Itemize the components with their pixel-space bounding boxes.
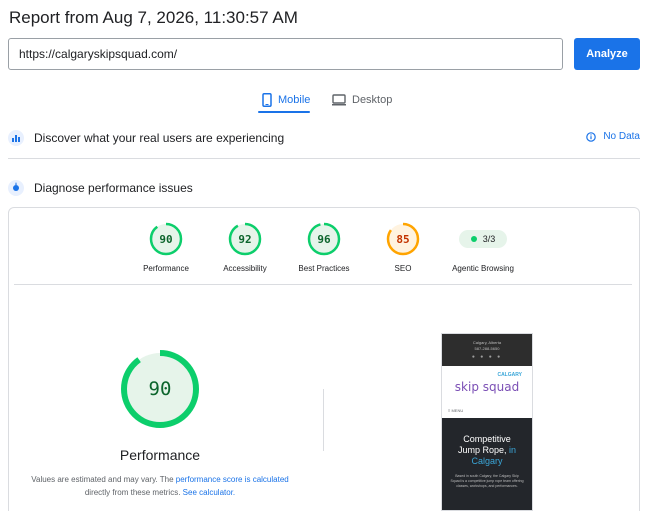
agentic-label: Agentic Browsing bbox=[452, 264, 514, 273]
no-data-indicator[interactable]: No Data bbox=[586, 131, 640, 142]
score-value: 92 bbox=[238, 232, 252, 246]
performance-description: Values are estimated and may vary. The p… bbox=[26, 473, 294, 499]
thumb-location: Calgary, Alberta bbox=[472, 340, 502, 345]
score-ring: 90 bbox=[148, 221, 184, 257]
discover-section-header: Discover what your real users are experi… bbox=[8, 128, 640, 148]
active-tab-indicator bbox=[258, 111, 310, 113]
hero-line-2: Jump Rope, bbox=[457, 445, 507, 455]
score-label: Performance bbox=[143, 264, 189, 273]
page-screenshot-thumbnail: Calgary, Alberta 587-288-5650 ● ● ● ● sk… bbox=[441, 333, 533, 511]
vertical-separator bbox=[323, 389, 324, 451]
discover-section-title: Discover what your real users are experi… bbox=[34, 131, 285, 145]
section-divider bbox=[8, 158, 640, 159]
score-ring: 92 bbox=[227, 221, 263, 257]
card-divider bbox=[14, 284, 632, 285]
performance-big-score: 90 bbox=[148, 378, 172, 400]
performance-score-link[interactable]: performance score is calculated bbox=[176, 475, 289, 484]
url-input[interactable] bbox=[8, 38, 563, 70]
score-gauge-seo[interactable]: 85 SEO bbox=[358, 221, 448, 273]
performance-big-label: Performance bbox=[119, 447, 201, 463]
score-value: 90 bbox=[159, 232, 173, 246]
hero-accent: in bbox=[509, 445, 517, 455]
score-label: Accessibility bbox=[223, 264, 267, 273]
tab-mobile[interactable]: Mobile bbox=[262, 88, 310, 112]
people-chart-icon bbox=[8, 130, 24, 146]
score-label: Best Practices bbox=[298, 264, 350, 273]
hero-line-3: Calgary bbox=[471, 456, 503, 466]
thumb-hero-paragraph: Based in south Calgary, the Calgary Skip… bbox=[450, 474, 524, 488]
monitor-icon bbox=[332, 94, 346, 106]
see-calculator-link[interactable]: See calculator. bbox=[183, 488, 235, 497]
thumb-topbar: Calgary, Alberta 587-288-5650 ● ● ● ● bbox=[442, 334, 532, 366]
desc-text-mid: directly from these metrics. bbox=[84, 488, 183, 497]
lighthouse-icon bbox=[8, 180, 24, 196]
agentic-pill: 3/3 bbox=[459, 230, 507, 248]
tab-mobile-label: Mobile bbox=[278, 94, 311, 106]
agentic-value: 3/3 bbox=[482, 234, 496, 244]
thumb-hero: Competitive Jump Rope, in Calgary Based in… bbox=[442, 418, 532, 510]
hero-line-1: Competitive bbox=[463, 434, 511, 444]
info-icon bbox=[586, 131, 597, 142]
score-ring: 96 bbox=[306, 221, 342, 257]
thumb-social-icons: ● ● ● ● bbox=[471, 354, 503, 360]
thumb-logo-text: skip squad bbox=[454, 380, 520, 394]
tab-desktop[interactable]: Desktop bbox=[332, 88, 392, 112]
page-title: Report from Aug 7, 2026, 11:30:57 AM bbox=[9, 8, 298, 27]
tab-desktop-label: Desktop bbox=[352, 94, 393, 106]
diagnose-section-title: Diagnose performance issues bbox=[34, 181, 193, 195]
thumb-hero-heading: Competitive Jump Rope, in Calgary bbox=[442, 434, 532, 467]
thumb-phone: 587-288-5650 bbox=[474, 346, 500, 351]
score-gauge-performance[interactable]: 90 Performance bbox=[121, 221, 211, 273]
desc-text-pre: Values are estimated and may vary. The bbox=[31, 475, 176, 484]
score-value: 96 bbox=[317, 232, 331, 246]
agentic-browsing-score[interactable]: 3/3 Agentic Browsing bbox=[436, 221, 530, 273]
score-value: 85 bbox=[396, 232, 410, 246]
score-gauge-best-practices[interactable]: 96 Best Practices bbox=[279, 221, 369, 273]
analyze-button[interactable]: Analyze bbox=[574, 38, 640, 70]
no-data-text: No Data bbox=[603, 131, 640, 142]
phone-icon bbox=[262, 93, 272, 107]
thumb-logo-small: CALGARY bbox=[497, 372, 522, 378]
thumb-logo: skip squad CALGARY bbox=[442, 366, 532, 408]
thumb-menu: ≡ MENU bbox=[448, 408, 464, 413]
diagnose-section-header: Diagnose performance issues bbox=[8, 178, 640, 198]
score-ring: 85 bbox=[385, 221, 421, 257]
score-label: SEO bbox=[394, 264, 412, 273]
score-gauge-accessibility[interactable]: 92 Accessibility bbox=[200, 221, 290, 273]
pass-dot-icon bbox=[470, 236, 477, 242]
